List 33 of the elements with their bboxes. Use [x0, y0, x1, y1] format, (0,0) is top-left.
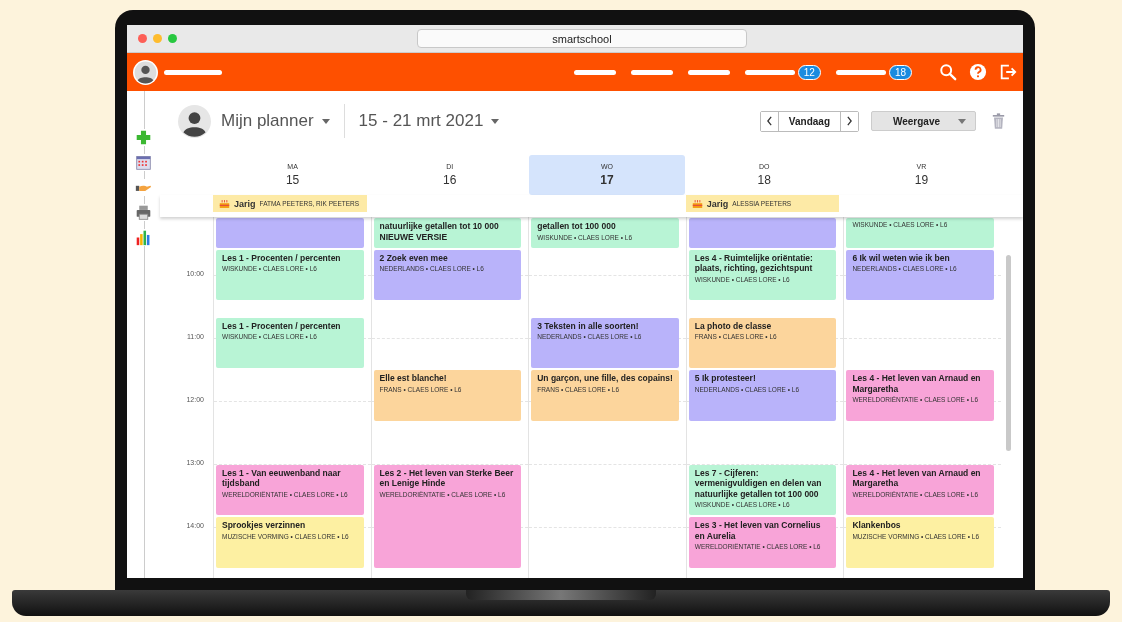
cake-icon: [691, 198, 703, 209]
printer-icon[interactable]: [135, 204, 152, 221]
planner-title[interactable]: Mijn planner: [221, 111, 314, 131]
avatar-icon[interactable]: [133, 59, 158, 85]
nav-link-placeholder[interactable]: [744, 69, 795, 75]
chevron-right-icon: [846, 116, 853, 126]
date-range[interactable]: 15 - 21 mrt 2021: [358, 111, 484, 131]
caret-icon[interactable]: [491, 118, 500, 124]
nav-link-placeholder[interactable]: [835, 69, 886, 75]
chevron-left-icon: [765, 116, 773, 126]
caret-icon[interactable]: [321, 118, 330, 124]
scrollbar[interactable]: [1006, 255, 1011, 451]
trash-icon[interactable]: [992, 112, 1005, 130]
nav-link-placeholder[interactable]: [630, 69, 673, 75]
view-dropdown[interactable]: Weergave: [871, 111, 976, 131]
calendar-icon[interactable]: [135, 154, 152, 171]
lesson-event[interactable]: natuurlijke getallen tot 10 000 NIEUWE VERSIE: [373, 218, 522, 248]
avatar-icon: [178, 104, 211, 138]
nav-link-placeholder[interactable]: [573, 69, 616, 75]
next-button[interactable]: [840, 111, 858, 131]
count-badge: 18: [888, 64, 912, 80]
count-badge: 12: [797, 64, 821, 80]
caret-icon: [958, 118, 967, 124]
nav-link-placeholder[interactable]: [687, 69, 730, 75]
help-icon[interactable]: [969, 63, 987, 81]
address-bar[interactable]: smartschool: [417, 29, 747, 48]
search-icon[interactable]: [939, 63, 957, 81]
logout-icon[interactable]: [999, 63, 1017, 81]
close-icon[interactable]: [138, 34, 147, 43]
user-name-placeholder: [164, 69, 222, 75]
cake-icon: [219, 198, 230, 209]
bar-chart-icon[interactable]: [135, 229, 152, 246]
maximize-icon[interactable]: [168, 34, 177, 43]
